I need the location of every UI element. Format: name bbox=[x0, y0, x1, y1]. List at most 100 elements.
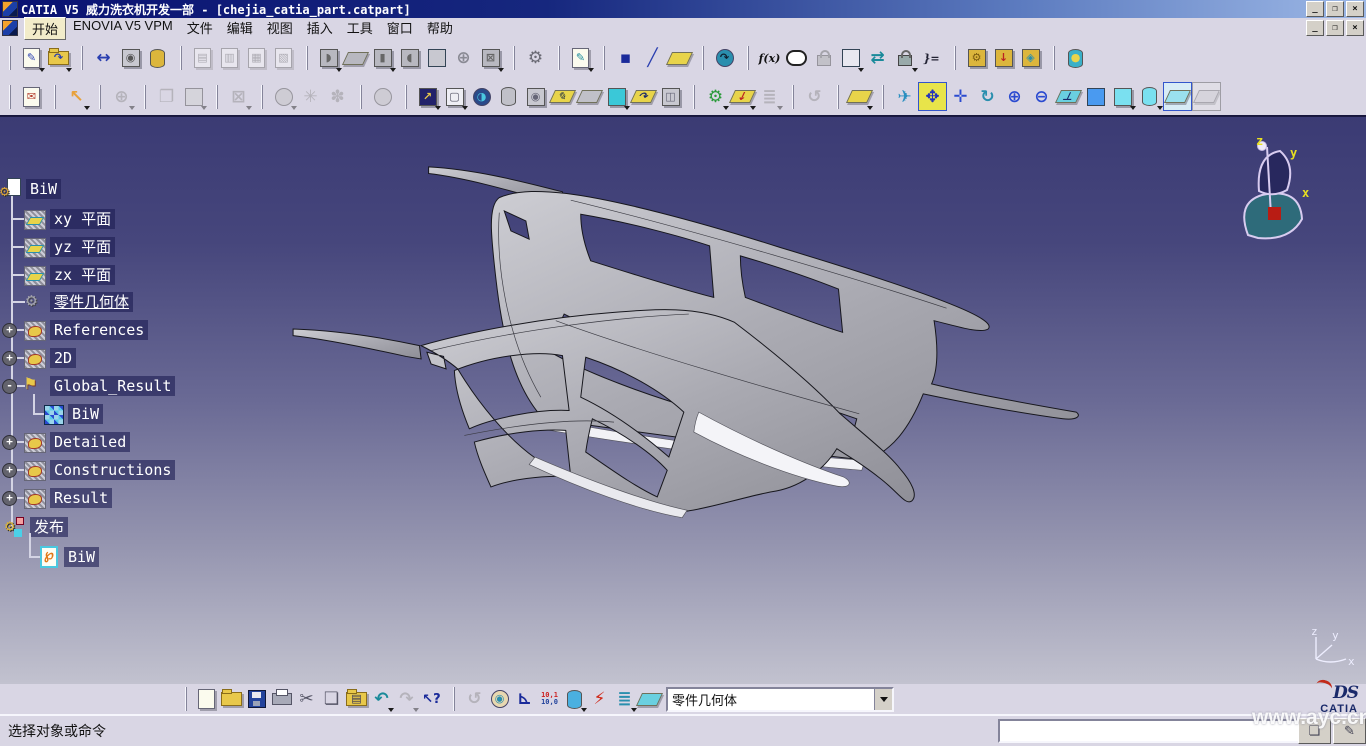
mouse-gesture-button[interactable]: ↺ bbox=[462, 687, 487, 712]
tree-expander-detailed[interactable]: + bbox=[2, 435, 17, 450]
axis-system-button[interactable]: ⊾ bbox=[512, 687, 537, 712]
tree-node-biw[interactable]: BiW bbox=[0, 177, 61, 201]
powercopy-button[interactable]: ⚙ bbox=[963, 45, 990, 72]
tools-toolbar-grip[interactable] bbox=[453, 687, 455, 711]
settings-gear-button[interactable]: ⚙ bbox=[522, 45, 549, 72]
hide-show-button[interactable] bbox=[1163, 82, 1192, 111]
shell-button[interactable]: ◖ bbox=[396, 45, 423, 72]
instantiate-toolbar-grip[interactable] bbox=[1053, 46, 1055, 70]
bounding-box-button[interactable]: ⊠ bbox=[477, 45, 504, 72]
operations-toolbar-grip[interactable] bbox=[837, 85, 839, 109]
catalog-toolbar-grip[interactable] bbox=[702, 46, 704, 70]
view-toolbar-grip[interactable] bbox=[882, 85, 884, 109]
isometric-view-button[interactable] bbox=[1109, 83, 1136, 110]
snap-to-point-button[interactable]: ⊕ bbox=[108, 83, 135, 110]
tree-label[interactable]: 2D bbox=[50, 348, 76, 368]
work-on-support-button[interactable]: ❐ bbox=[153, 83, 180, 110]
multi-section-surface-button[interactable] bbox=[603, 83, 630, 110]
templates-toolbar-grip[interactable] bbox=[954, 46, 956, 70]
tree-label[interactable]: xy 平面 bbox=[50, 209, 115, 229]
formula-button[interactable]: f(x) bbox=[756, 45, 783, 72]
tree-node-constructions[interactable]: Constructions bbox=[24, 458, 175, 482]
manipulation-button[interactable]: ◉ bbox=[487, 687, 512, 712]
pan-button[interactable]: ✛ bbox=[947, 83, 974, 110]
constraint-toolbar-grip[interactable] bbox=[216, 85, 218, 109]
tree-label[interactable]: yz 平面 bbox=[50, 237, 115, 257]
menu-开始[interactable]: 开始 bbox=[24, 17, 66, 40]
tree-label[interactable]: Global_Result bbox=[50, 376, 175, 396]
multi-view-button[interactable] bbox=[1082, 83, 1109, 110]
enovia-toolbar-grip[interactable] bbox=[180, 46, 182, 70]
data-io-toolbar-grip[interactable] bbox=[9, 85, 11, 109]
grid-dropdown-arrow[interactable] bbox=[201, 106, 207, 110]
standard-io-toolbar-grip[interactable] bbox=[9, 46, 11, 70]
rotate-button[interactable]: ↻ bbox=[974, 83, 1001, 110]
select-toolbar-grip[interactable] bbox=[54, 85, 56, 109]
tree-node-global_result[interactable]: Global_Result bbox=[24, 374, 175, 398]
blend-button[interactable]: ↷ bbox=[630, 83, 657, 110]
tree-node-zx-平面[interactable]: zx 平面 bbox=[24, 263, 115, 287]
enovia-open-button[interactable]: ▤ bbox=[189, 45, 216, 72]
cut-button[interactable]: ✂ bbox=[294, 687, 319, 712]
tree-node-detailed[interactable]: Detailed bbox=[24, 430, 130, 454]
join-surfaces-dropdown-arrow[interactable] bbox=[867, 106, 873, 110]
options-toolbar-grip[interactable] bbox=[513, 46, 515, 70]
mdi-close-button[interactable]: × bbox=[1346, 20, 1364, 36]
close-button[interactable]: × bbox=[1346, 1, 1364, 17]
join-surfaces-button[interactable] bbox=[846, 83, 873, 110]
extrude-button[interactable]: ↗ bbox=[414, 83, 441, 110]
select-arrow-dropdown-arrow[interactable] bbox=[84, 106, 90, 110]
tree-label[interactable]: 发布 bbox=[30, 517, 68, 537]
undo-button[interactable]: ↶ bbox=[369, 687, 394, 712]
parent-children-button[interactable]: ↺ bbox=[801, 83, 828, 110]
sphere-surface-button[interactable]: ◑ bbox=[468, 83, 495, 110]
surfaces-part-button[interactable] bbox=[637, 687, 662, 712]
menu-插入[interactable]: 插入 bbox=[300, 17, 340, 40]
tree-node-biw[interactable]: BiW bbox=[44, 402, 103, 426]
solid-features-toolbar-grip[interactable] bbox=[306, 46, 308, 70]
insert-body-button[interactable] bbox=[562, 687, 587, 712]
sketch-button[interactable]: ✎ bbox=[567, 45, 594, 72]
folder-transfer-button[interactable]: ↷ bbox=[45, 45, 72, 72]
tree-node-xy-平面[interactable]: xy 平面 bbox=[24, 207, 115, 231]
specification-list-button[interactable]: ≣ bbox=[612, 687, 637, 712]
misc-gray-toolbar-grip[interactable] bbox=[360, 85, 362, 109]
tree-expander-references[interactable]: + bbox=[2, 323, 17, 338]
swap-visible-space-button[interactable] bbox=[1192, 82, 1221, 111]
measure-toolbar-grip[interactable] bbox=[81, 46, 83, 70]
pad-button[interactable]: ▮ bbox=[369, 45, 396, 72]
draft-analysis-button[interactable]: ↓ bbox=[729, 83, 756, 110]
tree-node-result[interactable]: Result bbox=[24, 486, 112, 510]
whats-this-help-button[interactable]: ↖? bbox=[419, 687, 444, 712]
powercopy-save-button[interactable]: ↓ bbox=[990, 45, 1017, 72]
fit-all-in-button[interactable]: ✥ bbox=[918, 82, 947, 111]
offset-surface-button[interactable]: ◫ bbox=[657, 83, 684, 110]
fill-button[interactable] bbox=[576, 83, 603, 110]
import-export-button[interactable]: ✉ bbox=[18, 83, 45, 110]
enovia-save-button[interactable]: ▥ bbox=[216, 45, 243, 72]
menu-enovia-v5-vpm[interactable]: ENOVIA V5 VPM bbox=[66, 17, 180, 40]
comment-button[interactable] bbox=[783, 45, 810, 72]
tree-expander-global_result[interactable]: - bbox=[2, 379, 17, 394]
redo-button[interactable]: ↷ bbox=[394, 687, 419, 712]
tree-label[interactable]: Detailed bbox=[50, 432, 130, 452]
measure-inertia-button[interactable] bbox=[144, 45, 171, 72]
3d-compass[interactable]: z y x bbox=[1228, 135, 1314, 247]
snap-toolbar-grip[interactable] bbox=[99, 85, 101, 109]
print-document-button[interactable] bbox=[269, 687, 294, 712]
sweep-button[interactable]: ✎ bbox=[549, 83, 576, 110]
design-table-button[interactable] bbox=[837, 45, 864, 72]
measure-item-button[interactable]: ◉ bbox=[117, 45, 144, 72]
tree-label[interactable]: 零件几何体 bbox=[50, 292, 133, 312]
tree-label[interactable]: BiW bbox=[64, 547, 99, 567]
catalog-tree-dropdown-arrow[interactable] bbox=[777, 106, 783, 110]
tree-node-yz-平面[interactable]: yz 平面 bbox=[24, 235, 115, 259]
open-document-button[interactable] bbox=[219, 687, 244, 712]
disc-button[interactable]: ◉ bbox=[522, 83, 549, 110]
measure-between-button[interactable]: ↔ bbox=[90, 45, 117, 72]
tree-expander-result[interactable]: + bbox=[2, 491, 17, 506]
copy-button[interactable]: ❏ bbox=[319, 687, 344, 712]
tree-node-零件几何体[interactable]: 零件几何体 bbox=[24, 290, 133, 314]
mdi-minimize-button[interactable]: _ bbox=[1306, 20, 1324, 36]
minimize-button[interactable]: _ bbox=[1306, 1, 1324, 17]
